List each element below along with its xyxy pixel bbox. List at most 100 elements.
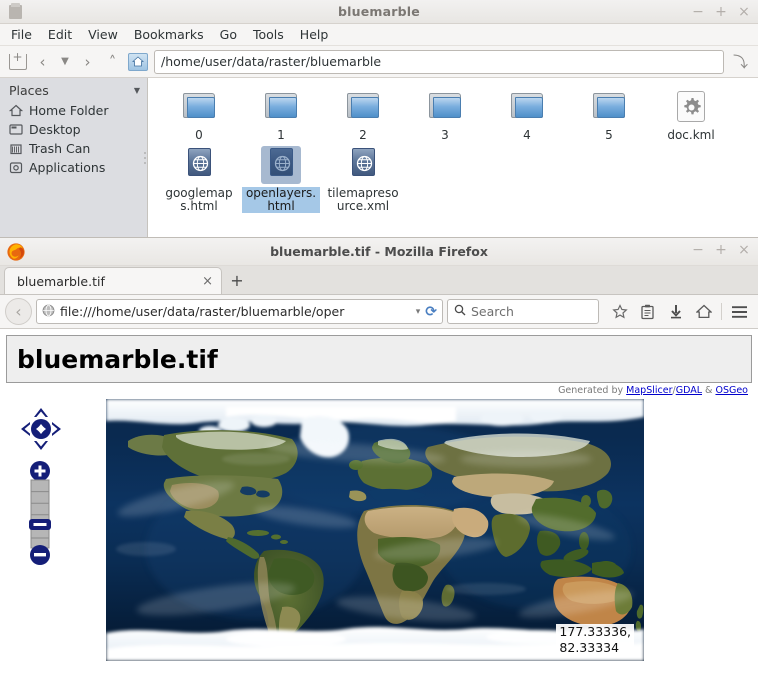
go-button[interactable]: ⤵ xyxy=(729,50,752,74)
file-item-folder-1[interactable]: 1 xyxy=(240,84,322,142)
search-icon xyxy=(454,304,466,319)
chevron-down-icon[interactable]: ▼ xyxy=(134,86,140,95)
back-button[interactable]: ‹ xyxy=(5,298,32,325)
firefox-navbar: ‹ file:///home/user/data/raster/bluemarb… xyxy=(0,295,758,329)
menu-view[interactable]: View xyxy=(80,25,126,44)
new-tab-icon xyxy=(8,49,27,70)
sidebar-splitter[interactable] xyxy=(144,152,146,164)
minimize-button[interactable]: − xyxy=(692,5,704,19)
credits-prefix: Generated by xyxy=(558,385,627,396)
firefox-title: bluemarble.tif - Mozilla Firefox xyxy=(270,244,488,259)
search-placeholder: Search xyxy=(471,304,514,319)
file-label: doc.kml xyxy=(667,128,715,142)
path-value: /home/user/data/raster/bluemarble xyxy=(161,54,382,69)
tab-bluemarble-tif[interactable]: bluemarble.tif × xyxy=(4,267,222,294)
osgeo-link[interactable]: OSGeo xyxy=(715,385,748,396)
sidebar-item-label: Home Folder xyxy=(29,103,109,118)
globe-document-icon xyxy=(343,146,383,184)
file-item-tilemapresource-xml[interactable]: tilemapresource.xml xyxy=(322,142,404,213)
file-manager-title: bluemarble xyxy=(338,4,420,19)
sidebar-item-desktop[interactable]: Desktop xyxy=(0,120,147,139)
pan-control[interactable] xyxy=(20,407,62,454)
new-tab-button[interactable]: + xyxy=(222,267,252,294)
credits-separator: & xyxy=(702,385,716,396)
file-item-googlemaps-html[interactable]: googlemaps.html xyxy=(158,142,240,213)
applications-icon xyxy=(8,160,23,175)
maximize-button[interactable]: + xyxy=(715,5,727,19)
close-button[interactable]: × xyxy=(738,243,750,257)
file-label: 5 xyxy=(605,128,613,142)
file-manager-body: Places ▼ Home Folder Desktop Trash Can A… xyxy=(0,78,758,237)
folder-icon xyxy=(507,88,547,126)
menu-help[interactable]: Help xyxy=(292,25,337,44)
file-label: 4 xyxy=(523,128,531,142)
places-sidebar: Places ▼ Home Folder Desktop Trash Can A… xyxy=(0,78,148,237)
back-button[interactable]: ‹ xyxy=(31,50,54,74)
menu-icon[interactable] xyxy=(726,298,753,325)
file-item-folder-2[interactable]: 2 xyxy=(322,84,404,142)
new-tab-button[interactable] xyxy=(6,49,29,74)
menu-go[interactable]: Go xyxy=(212,25,245,44)
gdal-link[interactable]: GDAL xyxy=(676,385,702,396)
maximize-button[interactable]: + xyxy=(715,243,727,257)
tab-label: bluemarble.tif xyxy=(17,273,105,289)
library-icon[interactable] xyxy=(634,298,661,325)
folder-icon xyxy=(425,88,465,126)
sidebar-item-trash-can[interactable]: Trash Can xyxy=(0,139,147,158)
search-bar[interactable]: Search xyxy=(447,299,599,324)
sidebar-item-label: Trash Can xyxy=(29,141,91,156)
file-item-folder-4[interactable]: 4 xyxy=(486,84,568,142)
close-icon[interactable]: × xyxy=(202,274,213,289)
menu-tools[interactable]: Tools xyxy=(245,25,292,44)
file-item-doc-kml[interactable]: doc.kml xyxy=(650,84,732,142)
minimize-button[interactable]: − xyxy=(692,243,704,257)
globe-document-icon xyxy=(261,146,301,184)
file-label: googlemaps.html xyxy=(165,186,233,213)
file-label: 0 xyxy=(195,128,203,142)
home-button[interactable] xyxy=(126,50,149,74)
file-manager-titlebar: bluemarble − + × xyxy=(0,0,758,24)
firefox-window-controls: − + × xyxy=(692,238,750,262)
file-item-folder-0[interactable]: 0 xyxy=(158,84,240,142)
file-manager-window: bluemarble − + × File Edit View Bookmark… xyxy=(0,0,758,238)
zoom-slider-control[interactable] xyxy=(26,461,54,570)
menu-file[interactable]: File xyxy=(7,25,40,44)
reload-icon[interactable]: ⟳ xyxy=(425,304,437,320)
menu-bookmarks[interactable]: Bookmarks xyxy=(126,25,212,44)
path-input[interactable]: /home/user/data/raster/bluemarble xyxy=(154,49,724,74)
places-header[interactable]: Places ▼ xyxy=(0,80,147,101)
file-manager-toolbar: ‹ ▼ › ˄ /home/user/data/raster/bluemarbl… xyxy=(0,46,758,78)
close-button[interactable]: × xyxy=(738,5,750,19)
gear-document-icon xyxy=(671,88,711,126)
navbar-icons xyxy=(606,298,753,325)
file-item-folder-5[interactable]: 5 xyxy=(568,84,650,142)
file-manager-menubar: File Edit View Bookmarks Go Tools Help xyxy=(0,24,758,46)
sidebar-item-home-folder[interactable]: Home Folder xyxy=(0,101,147,120)
history-dropdown-button[interactable]: ▼ xyxy=(56,50,74,74)
forward-button[interactable]: › xyxy=(76,50,99,74)
file-label: 3 xyxy=(441,128,449,142)
star-icon[interactable] xyxy=(606,298,633,325)
blue-marble-imagery xyxy=(106,399,644,661)
mapslicer-link[interactable]: MapSlicer xyxy=(626,385,672,396)
file-label: 1 xyxy=(277,128,285,142)
firefox-window: bluemarble.tif - Mozilla Firefox − + × b… xyxy=(0,238,758,683)
menu-edit[interactable]: Edit xyxy=(40,25,80,44)
sidebar-item-label: Desktop xyxy=(29,122,81,137)
home-icon[interactable] xyxy=(690,298,717,325)
firefox-titlebar: bluemarble.tif - Mozilla Firefox − + × xyxy=(0,238,758,266)
coordinate-readout: 177.33336, 82.33334 xyxy=(556,624,634,656)
sidebar-item-applications[interactable]: Applications xyxy=(0,158,147,177)
file-item-folder-3[interactable]: 3 xyxy=(404,84,486,142)
chevron-down-icon[interactable]: ▾ xyxy=(416,307,421,317)
url-bar[interactable]: file:///home/user/data/raster/bluemarble… xyxy=(36,299,443,324)
file-item-openlayers-html[interactable]: openlayers.html xyxy=(240,142,322,213)
map-row: 177.33336, 82.33334 xyxy=(6,399,752,661)
page-title: bluemarble.tif xyxy=(17,344,218,374)
file-list-area[interactable]: 0 1 2 3 4 5 doc.kml googlemaps.html open… xyxy=(148,78,758,237)
toolbar-divider xyxy=(721,303,722,320)
downloads-icon[interactable] xyxy=(662,298,689,325)
up-button[interactable]: ˄ xyxy=(101,50,124,74)
icon-grid: 0 1 2 3 4 5 doc.kml googlemaps.html open… xyxy=(148,84,758,213)
map-viewport[interactable]: 177.33336, 82.33334 xyxy=(106,399,644,661)
